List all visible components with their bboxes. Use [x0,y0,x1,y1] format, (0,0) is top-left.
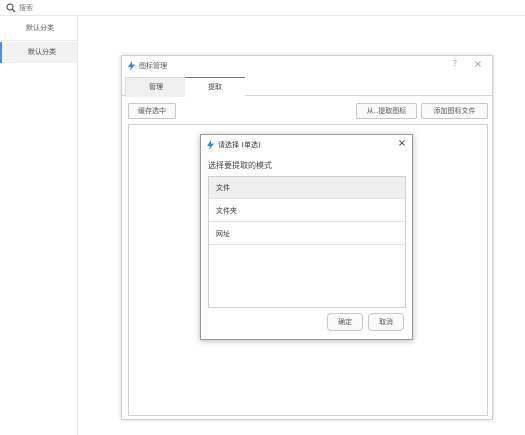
tab-extract[interactable]: 提取 [185,77,245,98]
mode-list: 文件 文件夹 网址 [208,176,406,308]
mode-option-file[interactable]: 文件 [209,177,405,199]
confirm-button[interactable]: 确定 [327,313,363,331]
divider [0,40,77,41]
sidebar-item-default-category-selected[interactable]: 默认分类 [0,42,77,63]
help-button[interactable]: ? [449,59,461,71]
tab-label: 管理 [149,83,163,91]
close-button[interactable]: × [396,138,408,150]
top-search-bar [0,0,525,16]
choose-mode-dialog: 请选择 (单选) × 选择要提取的模式 文件 文件夹 网址 确定 取消 [200,134,413,340]
tab-bar: 管理 提取 [122,77,492,98]
cache-selected-button[interactable]: 缓存选中 [128,103,176,119]
sidebar-item-label: 默认分类 [26,24,54,32]
window-title: 图标管理 [139,62,167,70]
dialog-prompt: 选择要提取的模式 [208,161,272,170]
close-button[interactable]: × [472,59,484,71]
mode-option-label: 文件 [216,184,230,192]
add-icon-file-button[interactable]: 添加图标文件 [421,103,488,119]
search-input[interactable] [19,2,139,14]
tab-manage[interactable]: 管理 [125,77,187,97]
mode-option-label: 文件夹 [216,207,237,215]
search-icon[interactable] [6,3,16,13]
tab-label: 提取 [208,83,222,91]
bolt-icon [207,140,214,150]
mode-option-label: 网址 [216,230,230,238]
extract-from-button[interactable]: 从..提取图标 [356,103,417,119]
mode-option-folder[interactable]: 文件夹 [209,200,405,222]
sidebar-item-label: 默认分类 [28,48,56,56]
cancel-button[interactable]: 取消 [368,313,404,331]
category-sidebar: 默认分类 默认分类 [0,16,78,435]
bolt-icon [128,61,135,71]
mode-option-url[interactable]: 网址 [209,223,405,245]
sidebar-item-default-category[interactable]: 默认分类 [0,18,77,39]
dialog-title: 请选择 (单选) [218,141,261,149]
